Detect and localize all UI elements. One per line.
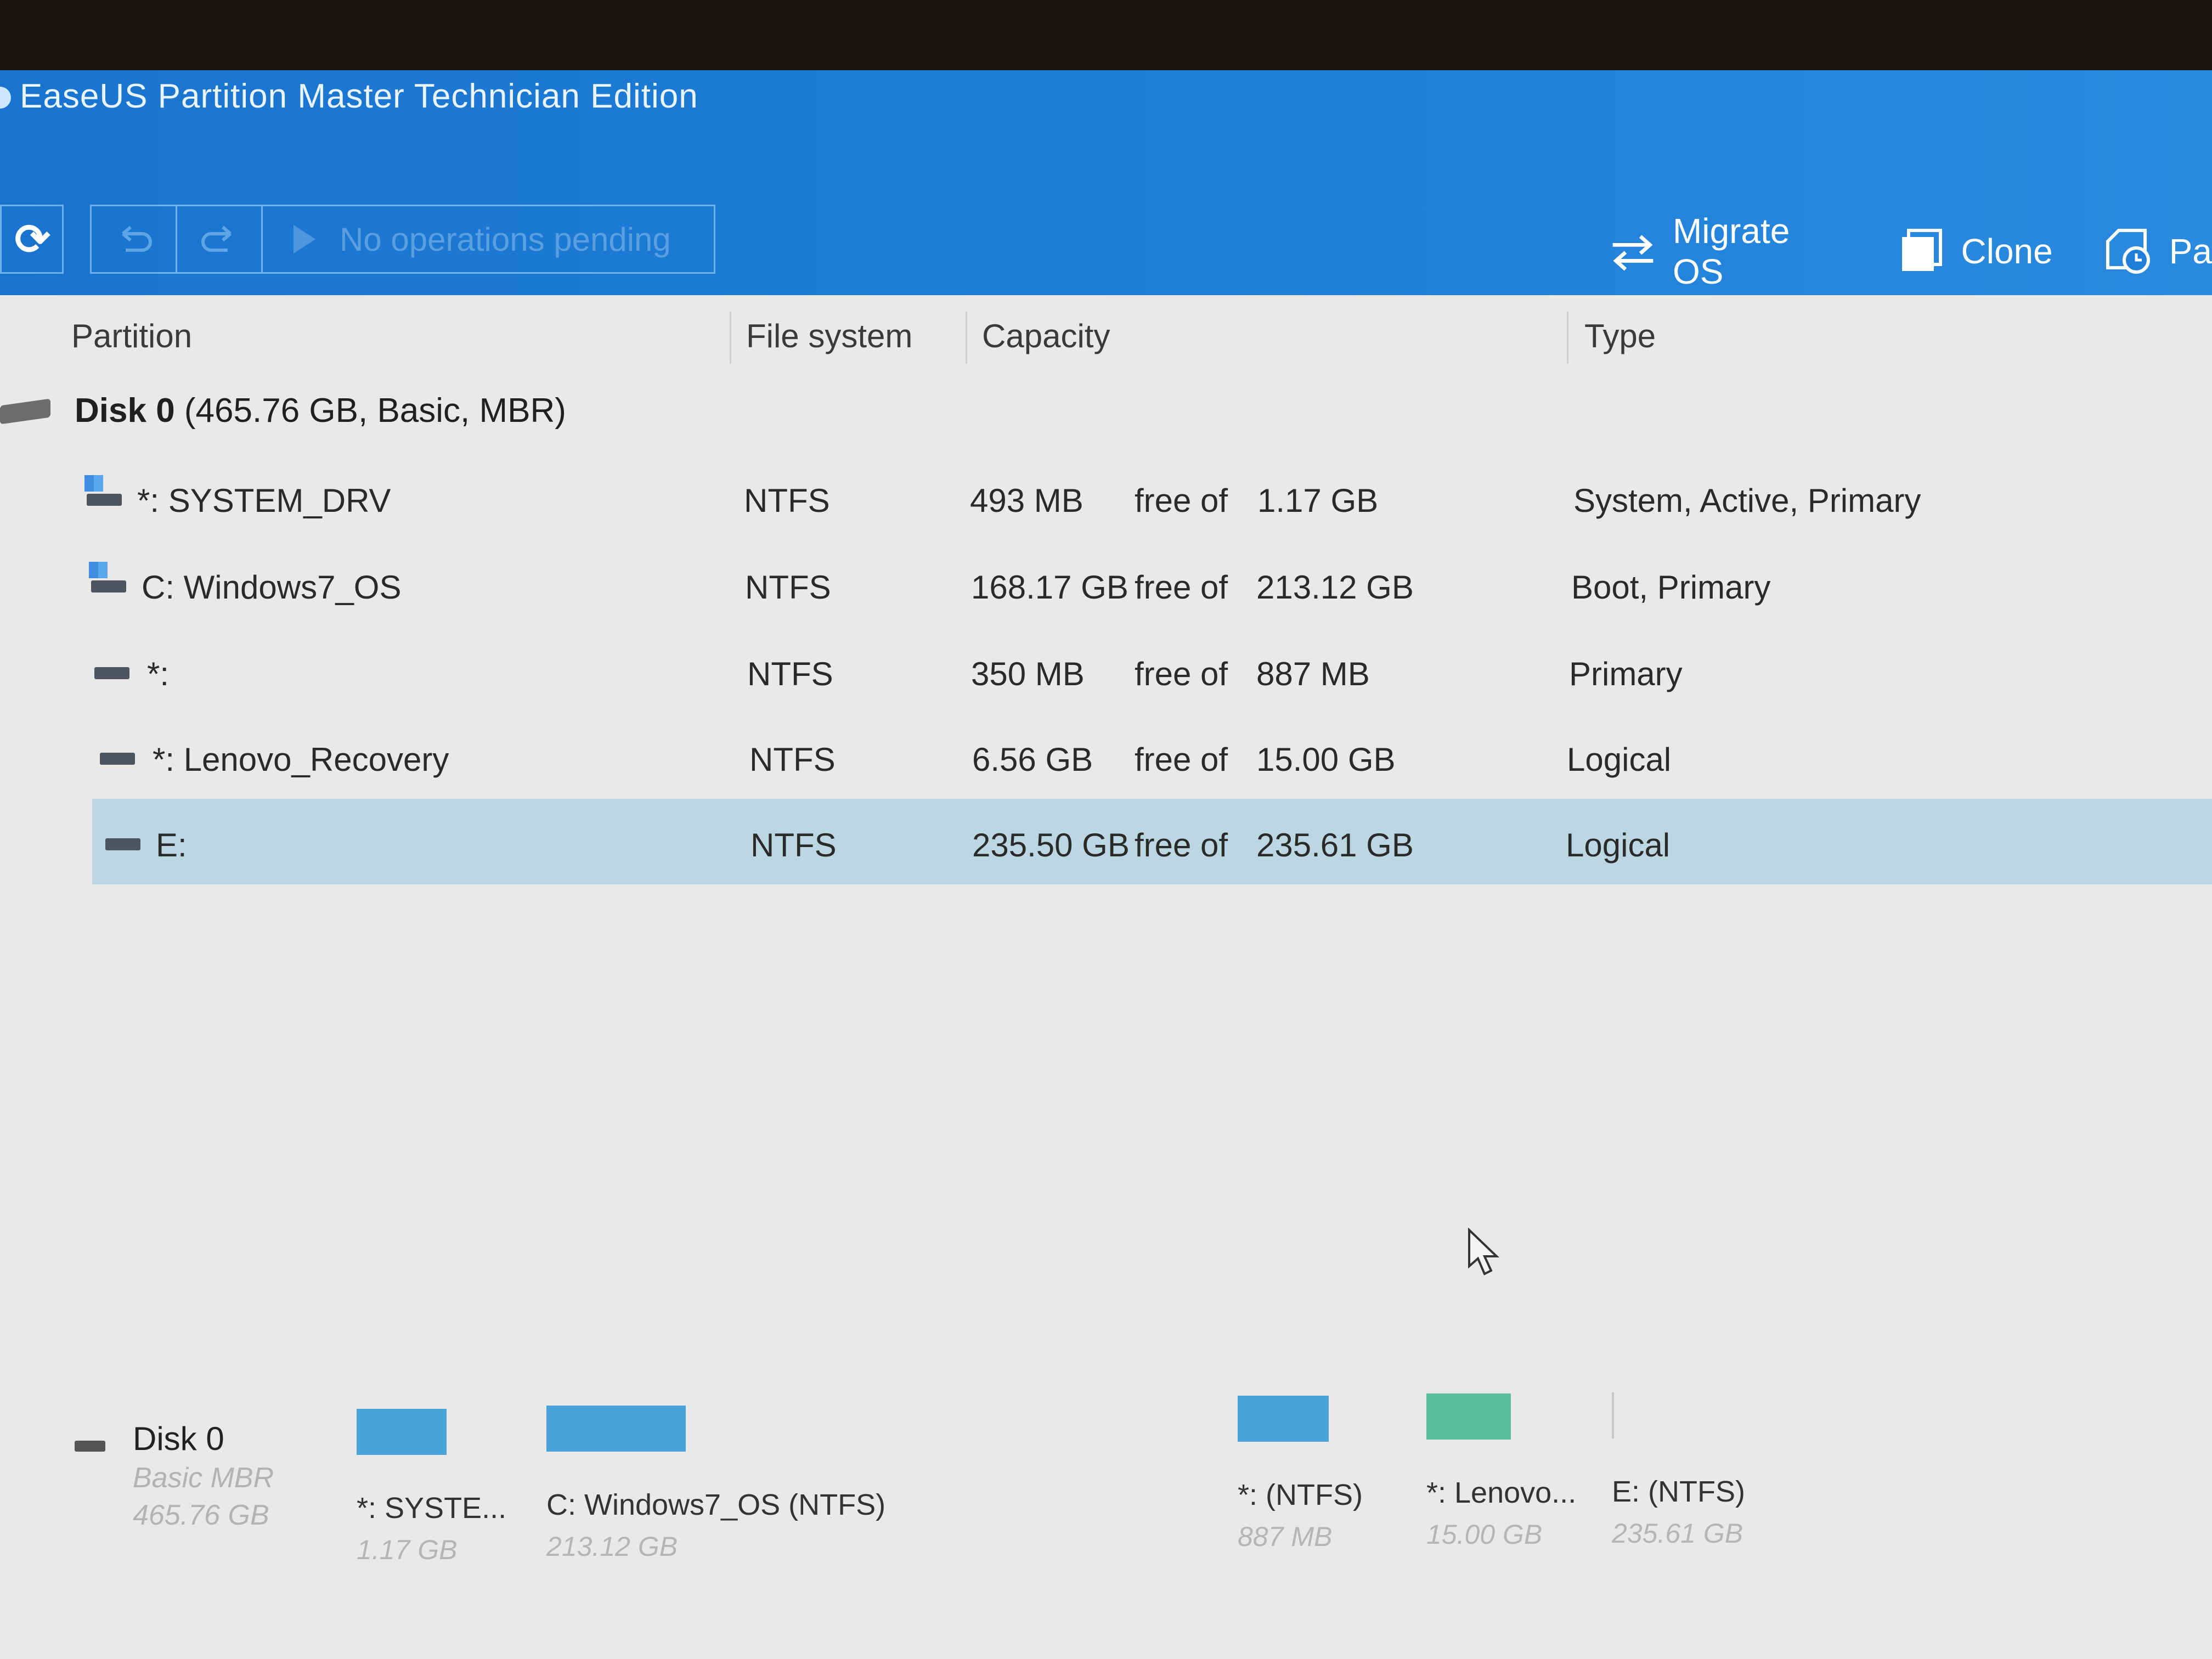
partition-name: E: [156, 827, 187, 864]
apply-operations-button[interactable]: No operations pending [263, 206, 714, 272]
file-system: NTFS [745, 569, 831, 606]
partition-type: Primary [1569, 656, 1683, 692]
free-space: 6.56 GB [972, 741, 1093, 778]
partition-size: 887 MB [1238, 1521, 1333, 1552]
partition-size: 15.00 GB [1426, 1519, 1543, 1550]
table-row[interactable]: C: Windows7_OS NTFS 168.17 GB free of 21… [0, 541, 2212, 627]
refresh-icon: ⟳ [14, 215, 50, 263]
partition-label: C: Windows7_OS (NTFS) [546, 1488, 886, 1521]
refresh-button[interactable]: ⟳ [0, 205, 64, 274]
redo-button[interactable] [177, 206, 263, 272]
column-partition[interactable]: Partition [71, 317, 192, 355]
free-space: 493 MB [970, 482, 1084, 519]
file-system: NTFS [751, 827, 837, 864]
free-of-label: free of [1135, 569, 1228, 606]
table-row-selected[interactable]: E: NTFS 235.50 GB free of 235.61 GB Logi… [92, 799, 2212, 884]
diskmap-disk-type: Basic MBR [133, 1462, 274, 1494]
disk-map: Disk 0 Basic MBR 465.76 GB *: SYSTE... 1… [0, 1365, 2212, 1595]
title-bar: EaseUS Partition Master Technician Editi… [0, 70, 2212, 295]
migrate-os-label: Migrate OS [1672, 211, 1790, 291]
partition-bar [1612, 1392, 1614, 1438]
disk-name: Disk 0 [75, 392, 175, 430]
partition-type: System, Active, Primary [1573, 482, 1921, 519]
diskmap-disk-size: 465.76 GB [133, 1499, 269, 1531]
drive-icon [105, 838, 140, 850]
free-space: 168.17 GB [971, 569, 1128, 606]
operations-toolbar: No operations pending [90, 205, 715, 274]
partition-name: *: SYSTEM_DRV [137, 482, 391, 519]
migrate-icon [1612, 235, 1654, 271]
clone-icon [1901, 229, 1942, 271]
column-type[interactable]: Type [1584, 317, 1656, 355]
total-capacity: 15.00 GB [1256, 741, 1396, 778]
partition-bar [357, 1409, 447, 1455]
total-capacity: 235.61 GB [1256, 827, 1414, 864]
app-window: EaseUS Partition Master Technician Editi… [0, 70, 2212, 1659]
drive-icon [100, 753, 135, 765]
free-of-label: free of [1135, 656, 1228, 692]
table-row[interactable]: *: Lenovo_Recovery NTFS 6.56 GB free of … [0, 713, 2212, 799]
column-capacity[interactable]: Capacity [982, 317, 1110, 355]
clone-button[interactable]: Clone [1894, 225, 2053, 278]
pending-label: No operations pending [340, 221, 671, 258]
file-system: NTFS [747, 656, 833, 692]
partition-type: Logical [1566, 827, 1671, 864]
column-file-system[interactable]: File system [746, 317, 912, 355]
windows-drive-icon [89, 562, 126, 592]
redo-icon [201, 225, 232, 252]
partition-recovery-icon [2106, 229, 2150, 274]
hard-disk-icon [75, 1441, 105, 1452]
file-system: NTFS [744, 482, 830, 519]
disk-details: (465.76 GB, Basic, MBR) [184, 392, 566, 430]
table-row[interactable]: *: SYSTEM_DRV NTFS 493 MB free of 1.17 G… [0, 454, 2212, 540]
column-divider[interactable] [1567, 312, 1568, 364]
file-system: NTFS [749, 741, 836, 778]
clone-label: Clone [1961, 232, 2053, 271]
partition-name: *: Lenovo_Recovery [153, 741, 449, 778]
mouse-cursor-icon [1468, 1228, 1499, 1276]
total-capacity: 887 MB [1256, 656, 1370, 692]
undo-button[interactable] [92, 206, 177, 272]
partition-label: E: (NTFS) [1612, 1475, 1745, 1508]
hard-disk-icon [0, 398, 50, 425]
partition-name: C: Windows7_OS [142, 569, 402, 606]
free-of-label: free of [1135, 482, 1228, 519]
diskmap-disk-name: Disk 0 [133, 1420, 224, 1457]
free-of-label: free of [1135, 741, 1228, 778]
app-logo-icon [0, 87, 11, 109]
partition-type: Logical [1567, 741, 1672, 778]
total-capacity: 1.17 GB [1257, 482, 1379, 519]
partition-type: Boot, Primary [1571, 569, 1771, 606]
disk-label: Disk 0 (465.76 GB, Basic, MBR) [75, 391, 566, 430]
partition-bar [1238, 1396, 1329, 1442]
partition-bar [1426, 1393, 1511, 1440]
table-row[interactable]: *: NTFS 350 MB free of 887 MB Primary [0, 628, 2212, 713]
column-divider[interactable] [730, 312, 731, 364]
table-header: Partition File system Capacity Type [0, 295, 2212, 368]
partition-size: 213.12 GB [546, 1531, 678, 1562]
partition-size: 235.61 GB [1612, 1518, 1743, 1549]
windows-drive-icon [84, 475, 122, 506]
free-of-label: free of [1135, 827, 1228, 864]
play-icon [294, 225, 315, 253]
drive-icon [94, 667, 129, 679]
total-capacity: 213.12 GB [1256, 569, 1414, 606]
partition-label: *: Lenovo... [1426, 1476, 1577, 1509]
partition-recovery-label: Pa [2169, 232, 2212, 271]
partition-recovery-button[interactable]: Pa [2102, 225, 2212, 278]
partition-bar [546, 1406, 686, 1452]
column-divider[interactable] [966, 312, 967, 364]
undo-icon [121, 225, 152, 252]
partition-name: *: [147, 656, 170, 692]
partition-label: *: SYSTE... [357, 1492, 507, 1525]
partition-size: 1.17 GB [357, 1534, 458, 1565]
free-space: 235.50 GB [972, 827, 1130, 864]
free-space: 350 MB [971, 656, 1085, 692]
right-toolbar: Migrate OS Clone Pa [1607, 211, 2212, 292]
disk-row[interactable]: Disk 0 (465.76 GB, Basic, MBR) [0, 375, 2212, 441]
migrate-os-button[interactable]: Migrate OS [1607, 211, 1845, 292]
window-title: EaseUS Partition Master Technician Editi… [20, 77, 698, 115]
partition-label: *: (NTFS) [1238, 1479, 1363, 1511]
